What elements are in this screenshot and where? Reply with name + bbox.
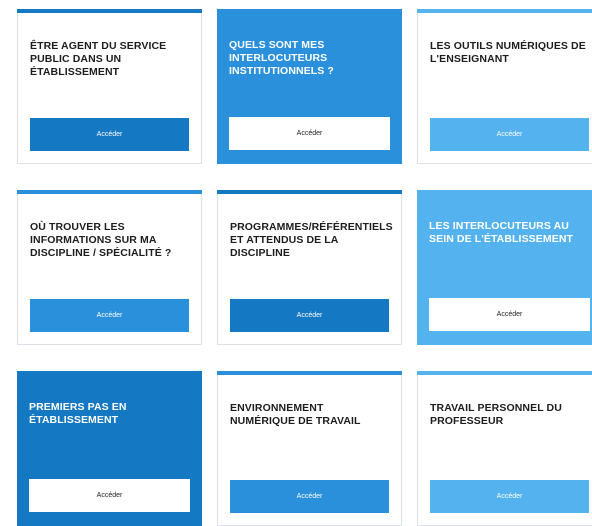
card-title: OÙ TROUVER LES INFORMATIONS SUR MA DISCI…	[30, 221, 172, 259]
acceder-button[interactable]: Accéder	[230, 299, 389, 332]
card-accent-bar	[217, 9, 402, 13]
card-title: PREMIERS PAS EN ÉTABLISSEMENT	[29, 401, 127, 426]
card-outils-numeriques: LES OUTILS NUMÉRIQUES DE L'ENSEIGNANT Ac…	[417, 9, 592, 164]
card-title: TRAVAIL PERSONNEL DU PROFESSEUR	[430, 402, 562, 427]
card-title: LES OUTILS NUMÉRIQUES DE L'ENSEIGNANT	[430, 40, 586, 65]
card-agent-service-public: ÊTRE AGENT DU SERVICE PUBLIC DANS UN ÉTA…	[17, 9, 202, 164]
acceder-button[interactable]: Accéder	[29, 479, 190, 512]
card-environnement-numerique: ENVIRONNEMENT NUMÉRIQUE DE TRAVAIL Accéd…	[217, 371, 402, 526]
card-accent-bar	[17, 190, 202, 194]
card-accent-bar	[417, 190, 592, 194]
card-accent-bar	[417, 9, 592, 13]
card-accent-bar	[217, 190, 402, 194]
card-title: LES INTERLOCUTEURS AU SEIN DE L'ÉTABLISS…	[429, 220, 574, 245]
card-interlocuteurs-institutionnels: QUELS SONT MES INTERLOCUTEURS INSTITUTIO…	[217, 9, 402, 164]
card-title: PROGRAMMES/RÉFÉRENTIELS ET ATTENDUS DE L…	[230, 221, 393, 259]
acceder-button[interactable]: Accéder	[430, 480, 589, 513]
card-interlocuteurs-etablissement: LES INTERLOCUTEURS AU SEIN DE L'ÉTABLISS…	[417, 190, 592, 345]
acceder-button[interactable]: Accéder	[229, 117, 390, 150]
card-premiers-pas: PREMIERS PAS EN ÉTABLISSEMENT Accéder	[17, 371, 202, 526]
card-title: ÊTRE AGENT DU SERVICE PUBLIC DANS UN ÉTA…	[30, 40, 167, 78]
card-accent-bar	[17, 371, 202, 375]
acceder-button[interactable]: Accéder	[430, 118, 589, 151]
card-title: QUELS SONT MES INTERLOCUTEURS INSTITUTIO…	[229, 39, 334, 77]
acceder-button[interactable]: Accéder	[429, 298, 590, 331]
card-informations-discipline: OÙ TROUVER LES INFORMATIONS SUR MA DISCI…	[17, 190, 202, 345]
card-title: ENVIRONNEMENT NUMÉRIQUE DE TRAVAIL	[230, 402, 361, 427]
card-accent-bar	[217, 371, 402, 375]
acceder-button[interactable]: Accéder	[30, 299, 189, 332]
card-travail-personnel: TRAVAIL PERSONNEL DU PROFESSEUR Accéder	[417, 371, 592, 526]
acceder-button[interactable]: Accéder	[30, 118, 189, 151]
card-programmes-referentiels: PROGRAMMES/RÉFÉRENTIELS ET ATTENDUS DE L…	[217, 190, 402, 345]
card-accent-bar	[17, 9, 202, 13]
card-accent-bar	[417, 371, 592, 375]
acceder-button[interactable]: Accéder	[230, 480, 389, 513]
